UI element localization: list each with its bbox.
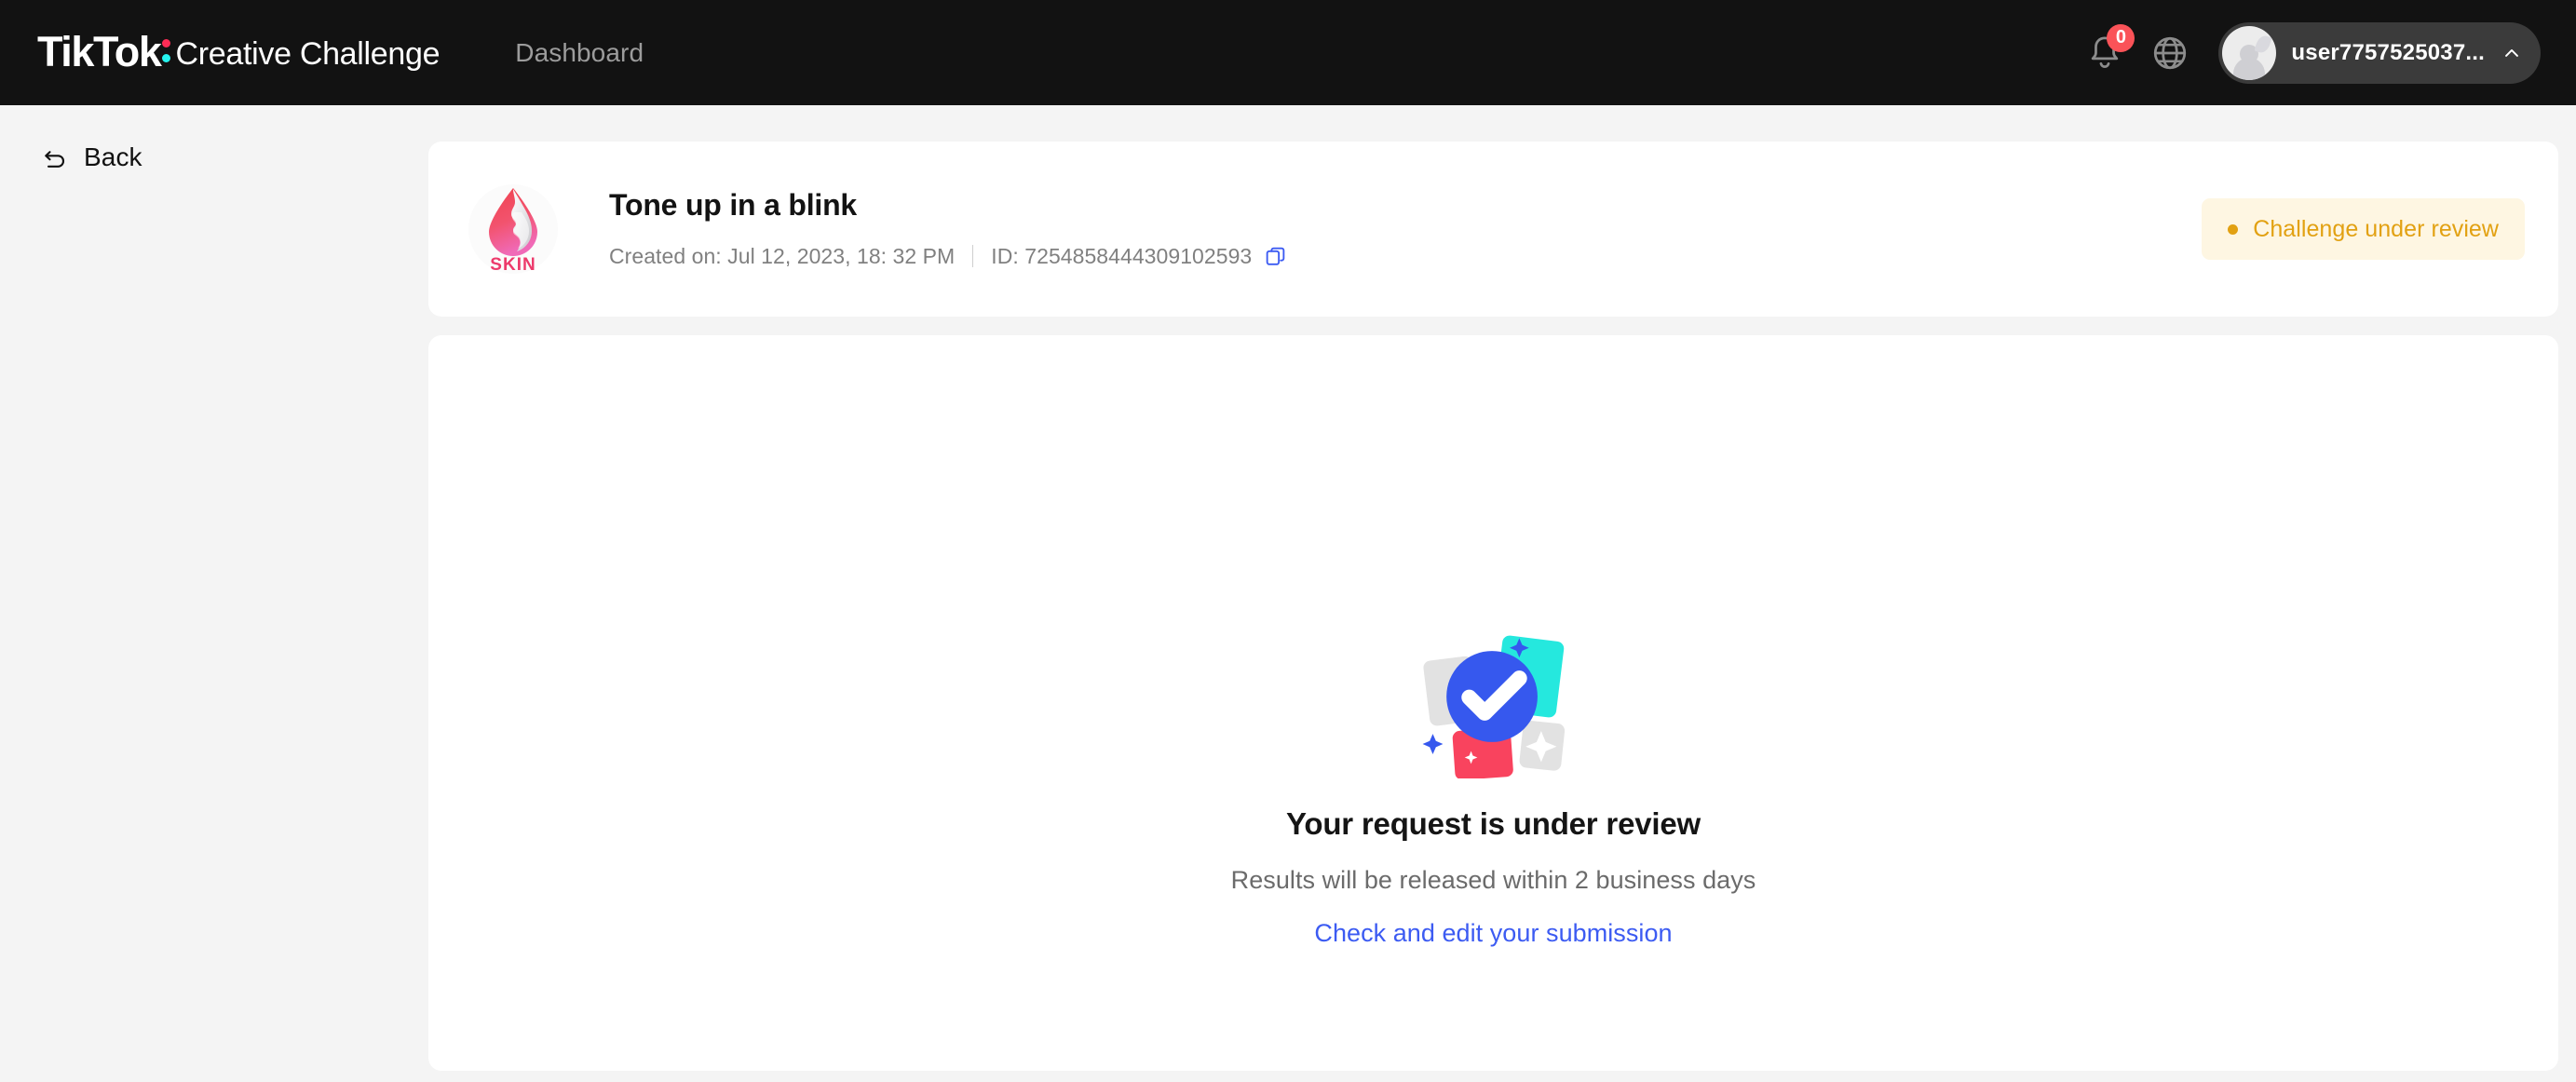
status-label: Challenge under review bbox=[2253, 215, 2499, 242]
tiktok-colon-icon bbox=[162, 39, 171, 62]
left-sidebar: Back bbox=[0, 105, 428, 1082]
back-button[interactable]: Back bbox=[41, 142, 142, 172]
challenge-meta-row: Created on: Jul 12, 2023, 18: 32 PM ID: … bbox=[609, 244, 1287, 269]
status-badge: Challenge under review bbox=[2202, 198, 2525, 260]
nav-item-dashboard[interactable]: Dashboard bbox=[515, 38, 644, 68]
notifications-button[interactable]: 0 bbox=[2084, 23, 2135, 74]
challenge-header-text: Tone up in a blink Created on: Jul 12, 2… bbox=[609, 189, 1287, 268]
challenge-brand-logo: SKIN bbox=[466, 182, 561, 277]
svg-text:SKIN: SKIN bbox=[490, 255, 536, 275]
avatar bbox=[2222, 25, 2277, 80]
main-content: SKIN Tone up in a blink Created on: Jul … bbox=[428, 105, 2576, 1082]
globe-icon bbox=[2154, 36, 2187, 69]
back-arrow-icon bbox=[45, 151, 65, 168]
notification-count-badge: 0 bbox=[2107, 23, 2135, 52]
language-button[interactable] bbox=[2149, 33, 2190, 74]
header-actions: 0 user7757525037... bbox=[2084, 21, 2541, 84]
product-name: Creative Challenge bbox=[175, 35, 441, 72]
tiktok-wordmark: TikTok bbox=[37, 28, 162, 75]
empty-state-title: Your request is under review bbox=[1286, 806, 1701, 841]
user-name-label: user7757525037... bbox=[2291, 39, 2485, 65]
created-on-label: Created on: Jul 12, 2023, 18: 32 PM bbox=[609, 243, 956, 268]
empty-state-subtitle: Results will be released within 2 busine… bbox=[1230, 866, 1756, 894]
meta-divider bbox=[972, 245, 974, 268]
back-label: Back bbox=[84, 142, 142, 171]
challenge-id-label: ID: 7254858444309102593 bbox=[991, 243, 1253, 268]
copy-icon[interactable] bbox=[1264, 245, 1287, 268]
challenge-title: Tone up in a blink bbox=[609, 188, 858, 223]
check-circle-cards-illustration bbox=[1422, 635, 1565, 778]
challenge-body-card: Your request is under review Results wil… bbox=[428, 335, 2558, 1071]
status-dot-icon bbox=[2228, 223, 2239, 235]
challenge-header-card: SKIN Tone up in a blink Created on: Jul … bbox=[428, 142, 2558, 317]
page-body: Back SKIN Tone up in a blink Created on:… bbox=[0, 105, 2576, 1082]
brand-logo[interactable]: TikTok Creative Challenge bbox=[37, 0, 441, 105]
under-review-empty-state: Your request is under review Results wil… bbox=[428, 615, 2558, 948]
check-and-edit-submission-link[interactable]: Check and edit your submission bbox=[1314, 919, 1672, 948]
top-header-bar: TikTok Creative Challenge Dashboard 0 us… bbox=[0, 0, 2576, 105]
skin-droplet-logo-icon: SKIN bbox=[468, 184, 558, 275]
chevron-up-icon bbox=[2505, 48, 2518, 57]
user-menu-button[interactable]: user7757525037... bbox=[2218, 21, 2541, 84]
